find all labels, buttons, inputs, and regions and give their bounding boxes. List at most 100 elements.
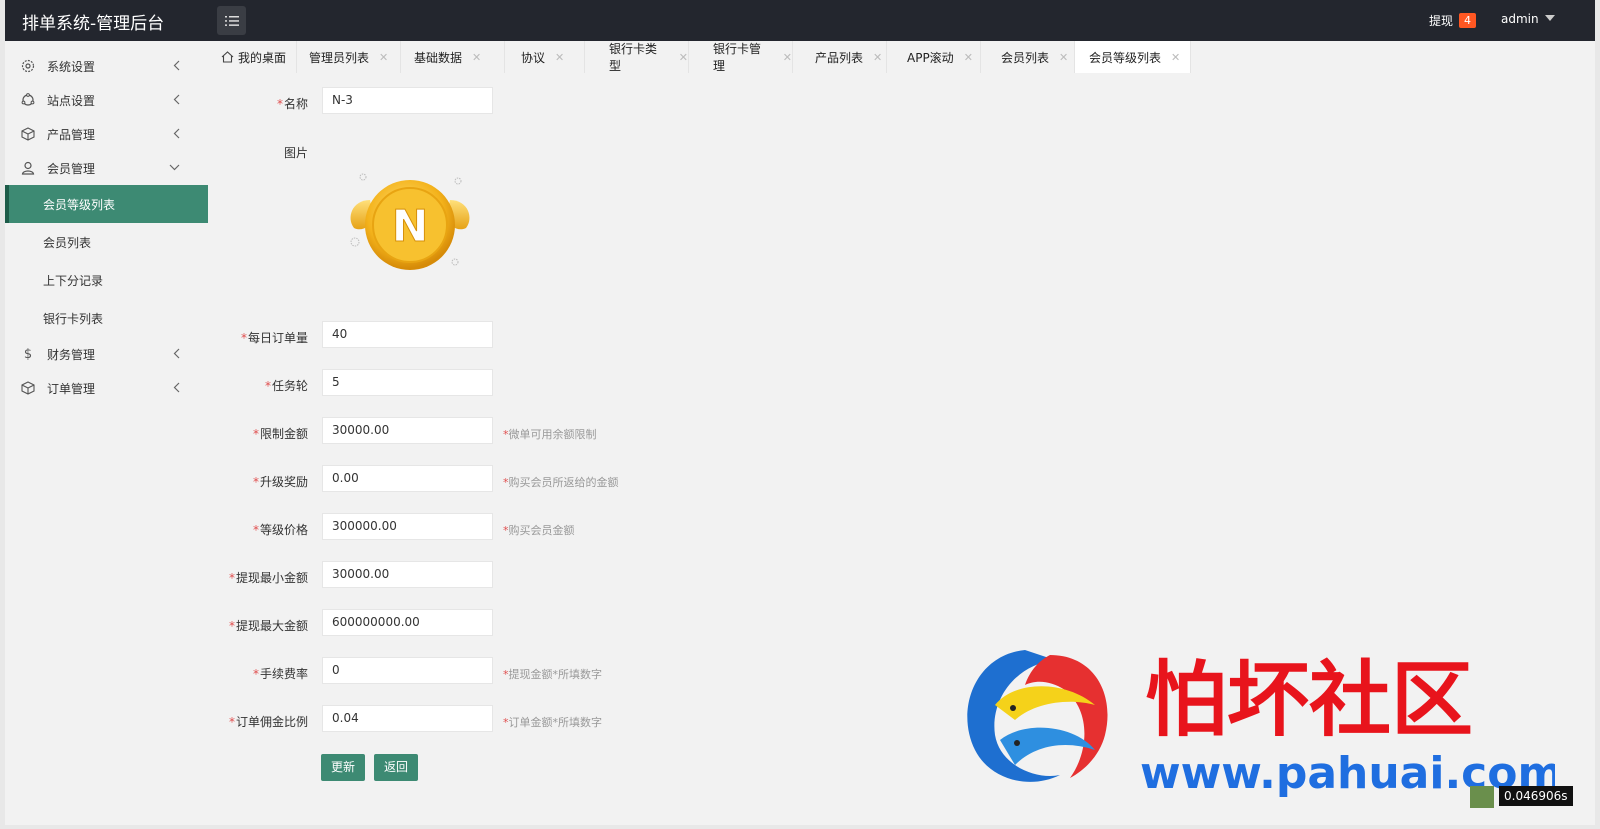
sidebar-item-site-settings[interactable]: 站点设置 [5,83,208,117]
sidebar-item-finance-management[interactable]: $ 财务管理 [5,337,208,371]
commission-rate-hint: 订单金额*所填数字 [508,716,603,729]
chevron-left-icon [173,94,180,105]
sidebar-item-bank-card-list[interactable]: 银行卡列表 [5,299,208,337]
level-price-label: 等级价格 [259,523,308,537]
commission-rate-label: 订单佣金比例 [235,715,308,729]
image-label: 图片 [283,146,308,160]
tab-member-list[interactable]: 会员列表 ✕ [981,41,1075,73]
close-icon[interactable]: ✕ [964,51,973,64]
dollar-icon: $ [23,346,33,362]
watermark: 怕坏社区 www.pahuai.com [955,640,1563,800]
close-icon[interactable]: ✕ [873,51,882,64]
user-icon [21,161,35,175]
daily-orders-input[interactable]: 40 [322,321,493,348]
sidebar-item-balance-records[interactable]: 上下分记录 [5,261,208,299]
tab-bank-card-type[interactable]: 银行卡类型 ✕ [585,41,689,73]
form-row-name: *名称 N-3 [215,87,915,117]
close-icon[interactable]: ✕ [1171,51,1180,64]
close-icon[interactable]: ✕ [379,51,388,64]
form-row-daily-orders: *每日订单量 40 [215,321,915,351]
gear-icon [21,59,35,73]
tab-bank-card-management[interactable]: 银行卡管理 ✕ [689,41,793,73]
user-menu[interactable]: admin [1501,12,1555,26]
tab-label: 会员列表 [1001,50,1050,65]
form-row-limit-amount: *限制金额 30000.00 *微单可用余额限制 [215,417,915,447]
tab-label: 会员等级列表 [1089,50,1162,65]
upgrade-reward-hint: 购买会员所返给的金额 [508,476,619,489]
upgrade-reward-input[interactable]: 0.00 [322,465,493,492]
form-row-commission-rate: *订单佣金比例 0.04 *订单金额*所填数字 [215,705,915,735]
tab-member-level-list[interactable]: 会员等级列表 ✕ [1075,41,1191,73]
sidebar-item-system-settings[interactable]: 系统设置 [5,49,208,83]
min-withdraw-label: 提现最小金额 [235,571,308,585]
list-icon [224,15,239,26]
close-icon[interactable]: ✕ [1059,51,1068,64]
close-icon[interactable]: ✕ [472,51,481,64]
watermark-title: 怕坏社区 [1145,653,1473,748]
sidebar-item-label: 会员列表 [43,235,92,250]
sidebar-item-label: 产品管理 [47,127,96,142]
withdraw-count-badge: 4 [1459,13,1477,28]
tab-admin-list[interactable]: 管理员列表 ✕ [297,41,401,73]
box-icon [21,127,35,141]
tab-agreement[interactable]: 协议 ✕ [505,41,585,73]
tab-label: 基础数据 [414,50,463,65]
commission-rate-input[interactable]: 0.04 [322,705,493,732]
site-icon [21,93,35,107]
back-button[interactable]: 返回 [374,754,419,781]
withdraw-link[interactable]: 提现 4 [1429,12,1477,29]
sidebar-item-label: 订单管理 [47,381,96,396]
sidebar-item-member-management[interactable]: 会员管理 [5,151,208,185]
menu-toggle-button[interactable] [217,6,246,35]
sidebar-item-product-management[interactable]: 产品管理 [5,117,208,151]
fee-rate-label: 手续费率 [259,667,308,681]
level-price-input[interactable]: 300000.00 [322,513,493,540]
rounds-input[interactable]: 5 [322,369,493,396]
close-icon[interactable]: ✕ [555,51,564,64]
level-image[interactable]: N [340,170,480,275]
tab-label: 银行卡管理 [713,42,762,73]
form-row-upgrade-reward: *升级奖励 0.00 *购买会员所返给的金额 [215,465,915,495]
tab-basic-data[interactable]: 基础数据 ✕ [401,41,505,73]
fee-rate-input[interactable]: 0 [322,657,493,684]
name-label: 名称 [283,97,308,111]
daily-orders-label: 每日订单量 [247,331,308,345]
sidebar: 系统设置 站点设置 产品管理 会员管理 会员等级列表 会员列表 上下分记录 银行… [5,41,208,825]
sidebar-item-order-management[interactable]: 订单管理 [5,371,208,405]
tab-label: 银行卡类型 [609,42,658,73]
tab-app-scroll[interactable]: APP滚动 ✕ [887,41,981,73]
chevron-left-icon [173,60,180,71]
logo-icon [1470,786,1494,808]
tab-desktop[interactable]: 我的桌面 [215,41,297,73]
sidebar-item-label: 会员管理 [47,161,96,176]
sidebar-item-member-list[interactable]: 会员列表 [5,223,208,261]
limit-amount-input[interactable]: 30000.00 [322,417,493,444]
sidebar-item-member-level-list[interactable]: 会员等级列表 [5,185,208,223]
sidebar-item-label: 站点设置 [47,93,96,108]
form-row-min-withdraw: *提现最小金额 30000.00 [215,561,915,591]
update-button[interactable]: 更新 [321,754,366,781]
close-icon[interactable]: ✕ [679,51,688,64]
chevron-left-icon [173,348,180,359]
tab-product-list[interactable]: 产品列表 ✕ [793,41,887,73]
tab-label: 产品列表 [815,50,864,65]
sidebar-item-label: 会员等级列表 [43,197,116,212]
min-withdraw-input[interactable]: 30000.00 [322,561,493,588]
chevron-left-icon [173,128,180,139]
name-input[interactable]: N-3 [322,87,493,114]
max-withdraw-input[interactable]: 600000000.00 [322,609,493,636]
max-withdraw-label: 提现最大金额 [235,619,308,633]
form-row-image: 图片 [215,136,915,166]
close-icon[interactable]: ✕ [783,51,792,64]
form-row-level-price: *等级价格 300000.00 *购买会员金额 [215,513,915,543]
tab-bar: 我的桌面 管理员列表 ✕ 基础数据 ✕ 协议 ✕ 银行卡类型 ✕ 银行卡管理 ✕… [215,41,1595,73]
coin-letter: N [392,201,429,252]
app-title: 排单系统-管理后台 [22,14,165,34]
tab-label: APP滚动 [907,50,954,65]
form-row-max-withdraw: *提现最大金额 600000000.00 [215,609,915,639]
withdraw-label: 提现 [1429,14,1454,28]
box-icon [21,381,35,395]
top-header: 排单系统-管理后台 提现 4 admin [5,0,1595,41]
app-window: 排单系统-管理后台 提现 4 admin 系统设置 站点设置 产品管理 会员管理… [5,0,1595,825]
sidebar-item-label: 上下分记录 [43,273,104,288]
